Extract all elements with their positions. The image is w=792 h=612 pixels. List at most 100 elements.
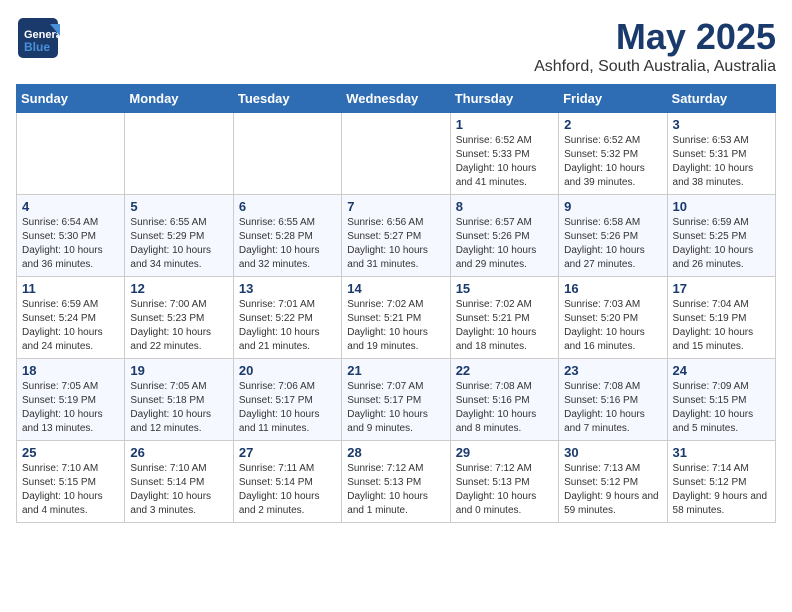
day-info: Sunrise: 7:13 AM Sunset: 5:12 PM Dayligh…	[564, 462, 661, 518]
calendar-cell: 5 Sunrise: 6:55 AM Sunset: 5:29 PM Daylig…	[125, 195, 233, 277]
day-info: Sunrise: 7:00 AM Sunset: 5:23 PM Dayligh…	[130, 298, 227, 354]
day-number: 27	[239, 445, 336, 460]
calendar-cell: 24 Sunrise: 7:09 AM Sunset: 5:15 PM Dayli…	[667, 359, 775, 441]
day-info: Sunrise: 7:02 AM Sunset: 5:21 PM Dayligh…	[347, 298, 444, 354]
weekday-header-wednesday: Wednesday	[342, 85, 450, 113]
weekday-header-friday: Friday	[559, 85, 667, 113]
day-info: Sunrise: 6:54 AM Sunset: 5:30 PM Dayligh…	[22, 216, 119, 272]
day-number: 15	[456, 281, 553, 296]
day-info: Sunrise: 6:56 AM Sunset: 5:27 PM Dayligh…	[347, 216, 444, 272]
calendar-cell: 13 Sunrise: 7:01 AM Sunset: 5:22 PM Dayli…	[233, 277, 341, 359]
calendar-cell: 17 Sunrise: 7:04 AM Sunset: 5:19 PM Dayli…	[667, 277, 775, 359]
day-number: 10	[673, 199, 770, 214]
calendar-cell: 2Sunrise: 6:52 AM Sunset: 5:32 PM Daylig…	[559, 113, 667, 195]
page-header: General Blue May 2025 Ashford, South Aus…	[16, 16, 776, 76]
day-number: 20	[239, 363, 336, 378]
calendar-cell: 23Sunrise: 7:08 AM Sunset: 5:16 PM Dayli…	[559, 359, 667, 441]
calendar-cell: 3Sunrise: 6:53 AM Sunset: 5:31 PM Daylig…	[667, 113, 775, 195]
day-info: Sunrise: 7:05 AM Sunset: 5:18 PM Dayligh…	[130, 380, 227, 436]
day-info: Sunrise: 7:10 AM Sunset: 5:15 PM Dayligh…	[22, 462, 119, 518]
day-number: 21	[347, 363, 444, 378]
location-title: Ashford, South Australia, Australia	[534, 58, 776, 76]
day-number: 26	[130, 445, 227, 460]
calendar-cell: 6 Sunrise: 6:55 AM Sunset: 5:28 PM Daylig…	[233, 195, 341, 277]
calendar-cell: 26Sunrise: 7:10 AM Sunset: 5:14 PM Dayli…	[125, 441, 233, 523]
calendar-cell: 7 Sunrise: 6:56 AM Sunset: 5:27 PM Daylig…	[342, 195, 450, 277]
calendar-cell: 11 Sunrise: 6:59 AM Sunset: 5:24 PM Dayli…	[17, 277, 125, 359]
calendar-week-1: 1 Sunrise: 6:52 AM Sunset: 5:33 PM Daylig…	[17, 113, 776, 195]
day-info: Sunrise: 6:55 AM Sunset: 5:29 PM Dayligh…	[130, 216, 227, 272]
day-info: Sunrise: 6:59 AM Sunset: 5:25 PM Dayligh…	[673, 216, 770, 272]
calendar-cell: 29 Sunrise: 7:12 AM Sunset: 5:13 PM Dayli…	[450, 441, 558, 523]
day-info: Sunrise: 6:59 AM Sunset: 5:24 PM Dayligh…	[22, 298, 119, 354]
calendar-cell: 18 Sunrise: 7:05 AM Sunset: 5:19 PM Dayli…	[17, 359, 125, 441]
calendar-cell: 8 Sunrise: 6:57 AM Sunset: 5:26 PM Daylig…	[450, 195, 558, 277]
calendar-cell	[233, 113, 341, 195]
logo-icon: General Blue	[16, 16, 60, 60]
weekday-header-tuesday: Tuesday	[233, 85, 341, 113]
day-info: Sunrise: 7:14 AM Sunset: 5:12 PM Dayligh…	[673, 462, 770, 518]
day-number: 30	[564, 445, 661, 460]
day-info: Sunrise: 7:12 AM Sunset: 5:13 PM Dayligh…	[456, 462, 553, 518]
day-info: Sunrise: 7:09 AM Sunset: 5:15 PM Dayligh…	[673, 380, 770, 436]
day-number: 31	[673, 445, 770, 460]
weekday-header-saturday: Saturday	[667, 85, 775, 113]
day-number: 4	[22, 199, 119, 214]
day-info: Sunrise: 6:52 AM Sunset: 5:33 PM Dayligh…	[456, 134, 553, 190]
weekday-header-sunday: Sunday	[17, 85, 125, 113]
day-number: 2	[564, 117, 661, 132]
day-number: 24	[673, 363, 770, 378]
calendar-cell: 25Sunrise: 7:10 AM Sunset: 5:15 PM Dayli…	[17, 441, 125, 523]
day-number: 18	[22, 363, 119, 378]
day-number: 19	[130, 363, 227, 378]
calendar-cell: 10 Sunrise: 6:59 AM Sunset: 5:25 PM Dayli…	[667, 195, 775, 277]
calendar-cell: 9Sunrise: 6:58 AM Sunset: 5:26 PM Daylig…	[559, 195, 667, 277]
title-block: May 2025 Ashford, South Australia, Austr…	[534, 16, 776, 76]
calendar-cell: 21 Sunrise: 7:07 AM Sunset: 5:17 PM Dayli…	[342, 359, 450, 441]
calendar-cell: 22Sunrise: 7:08 AM Sunset: 5:16 PM Dayli…	[450, 359, 558, 441]
day-info: Sunrise: 7:01 AM Sunset: 5:22 PM Dayligh…	[239, 298, 336, 354]
calendar-cell	[125, 113, 233, 195]
calendar-week-2: 4 Sunrise: 6:54 AM Sunset: 5:30 PM Daylig…	[17, 195, 776, 277]
day-info: Sunrise: 7:06 AM Sunset: 5:17 PM Dayligh…	[239, 380, 336, 436]
day-info: Sunrise: 7:03 AM Sunset: 5:20 PM Dayligh…	[564, 298, 661, 354]
day-number: 16	[564, 281, 661, 296]
logo: General Blue	[16, 16, 60, 60]
calendar-cell: 16 Sunrise: 7:03 AM Sunset: 5:20 PM Dayli…	[559, 277, 667, 359]
day-number: 1	[456, 117, 553, 132]
day-number: 29	[456, 445, 553, 460]
day-info: Sunrise: 6:55 AM Sunset: 5:28 PM Dayligh…	[239, 216, 336, 272]
day-info: Sunrise: 7:05 AM Sunset: 5:19 PM Dayligh…	[22, 380, 119, 436]
weekday-header-monday: Monday	[125, 85, 233, 113]
day-info: Sunrise: 6:57 AM Sunset: 5:26 PM Dayligh…	[456, 216, 553, 272]
svg-text:Blue: Blue	[24, 40, 50, 54]
calendar-cell	[342, 113, 450, 195]
day-number: 7	[347, 199, 444, 214]
day-info: Sunrise: 7:08 AM Sunset: 5:16 PM Dayligh…	[456, 380, 553, 436]
day-info: Sunrise: 7:11 AM Sunset: 5:14 PM Dayligh…	[239, 462, 336, 518]
day-number: 9	[564, 199, 661, 214]
day-number: 5	[130, 199, 227, 214]
day-number: 11	[22, 281, 119, 296]
day-info: Sunrise: 7:04 AM Sunset: 5:19 PM Dayligh…	[673, 298, 770, 354]
day-number: 8	[456, 199, 553, 214]
calendar-cell: 30 Sunrise: 7:13 AM Sunset: 5:12 PM Dayli…	[559, 441, 667, 523]
month-title: May 2025	[534, 16, 776, 58]
calendar-cell: 14 Sunrise: 7:02 AM Sunset: 5:21 PM Dayli…	[342, 277, 450, 359]
calendar-cell: 27 Sunrise: 7:11 AM Sunset: 5:14 PM Dayli…	[233, 441, 341, 523]
day-info: Sunrise: 7:02 AM Sunset: 5:21 PM Dayligh…	[456, 298, 553, 354]
day-number: 14	[347, 281, 444, 296]
calendar-week-4: 18 Sunrise: 7:05 AM Sunset: 5:19 PM Dayli…	[17, 359, 776, 441]
day-info: Sunrise: 7:07 AM Sunset: 5:17 PM Dayligh…	[347, 380, 444, 436]
day-number: 12	[130, 281, 227, 296]
day-number: 28	[347, 445, 444, 460]
calendar-week-5: 25Sunrise: 7:10 AM Sunset: 5:15 PM Dayli…	[17, 441, 776, 523]
day-info: Sunrise: 7:08 AM Sunset: 5:16 PM Dayligh…	[564, 380, 661, 436]
day-number: 6	[239, 199, 336, 214]
day-number: 13	[239, 281, 336, 296]
day-info: Sunrise: 7:12 AM Sunset: 5:13 PM Dayligh…	[347, 462, 444, 518]
calendar-cell: 19 Sunrise: 7:05 AM Sunset: 5:18 PM Dayli…	[125, 359, 233, 441]
day-number: 17	[673, 281, 770, 296]
calendar-cell: 12 Sunrise: 7:00 AM Sunset: 5:23 PM Dayli…	[125, 277, 233, 359]
calendar-cell: 1 Sunrise: 6:52 AM Sunset: 5:33 PM Daylig…	[450, 113, 558, 195]
